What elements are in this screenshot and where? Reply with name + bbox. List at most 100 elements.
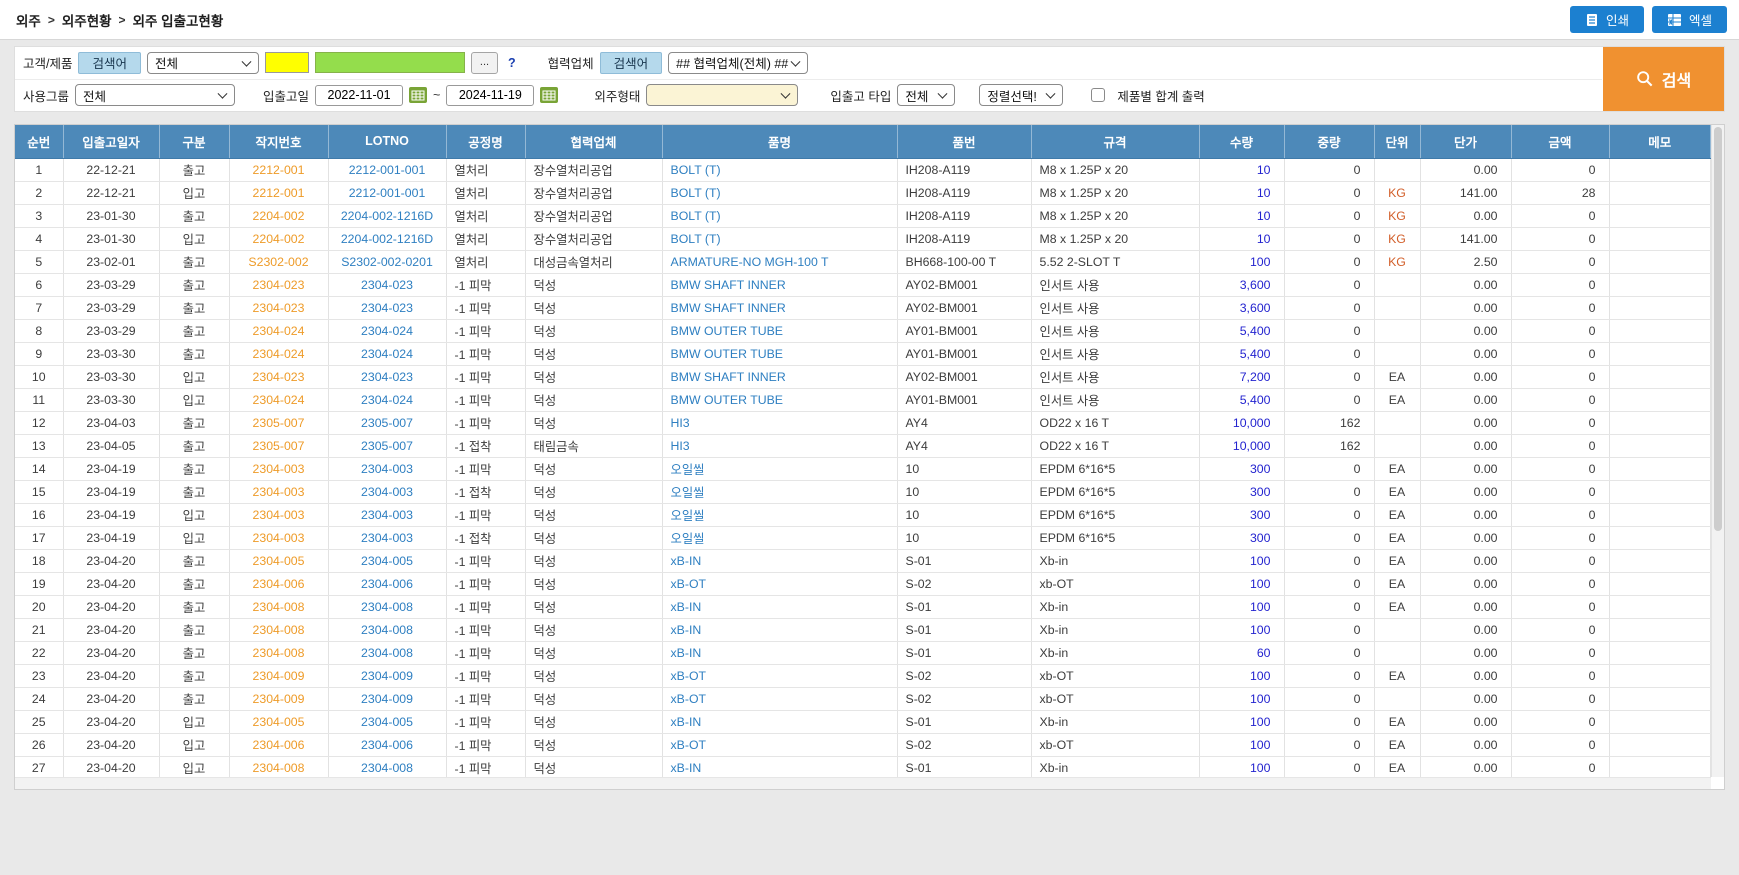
cell-item-name[interactable]: BMW SHAFT INNER [662, 273, 898, 297]
table-row[interactable]: 21 23-04-20 출고 2304-008 2304-008 -1 피막 덕성 xB-IN… [15, 618, 1711, 642]
cell-work-order[interactable]: 2304-024 [229, 388, 329, 412]
table-row[interactable]: 16 23-04-19 입고 2304-003 2304-003 -1 피막 덕성 오일씰 10… [15, 503, 1711, 527]
date-to-input[interactable] [446, 84, 535, 106]
cell-work-order[interactable]: 2304-008 [229, 641, 329, 665]
column-header-item-name[interactable]: 품명 [662, 125, 898, 159]
cell-work-order[interactable]: 2304-009 [229, 664, 329, 688]
inout-type-select[interactable]: 전체 [897, 84, 956, 107]
cell-lotno[interactable]: 2304-006 [328, 572, 447, 596]
cell-work-order[interactable]: 2304-003 [229, 526, 329, 550]
cell-work-order[interactable]: 2212-001 [229, 181, 329, 205]
cell-item-name[interactable]: 오일씰 [662, 480, 898, 504]
cell-work-order[interactable]: 2304-023 [229, 296, 329, 320]
cell-work-order[interactable]: 2212-001 [229, 158, 329, 182]
cell-item-name[interactable]: xB-IN [662, 549, 898, 573]
table-row[interactable]: 1 22-12-21 출고 2212-001 2212-001-001 열처리 장수열처리공… [15, 158, 1711, 182]
column-header-lotno[interactable]: LOTNO [328, 125, 447, 159]
cell-item-name[interactable]: xB-IN [662, 641, 898, 665]
per-product-total-checkbox[interactable] [1091, 88, 1106, 103]
cell-lotno[interactable]: 2204-002-1216D [328, 227, 447, 251]
column-header-work-order[interactable]: 작지번호 [229, 125, 329, 159]
table-row[interactable]: 27 23-04-20 입고 2304-008 2304-008 -1 피막 덕성 xB-IN… [15, 756, 1711, 777]
cell-lotno[interactable]: 2204-002-1216D [328, 204, 447, 228]
column-header-amount[interactable]: 금액 [1511, 125, 1610, 159]
cell-work-order[interactable]: 2304-008 [229, 756, 329, 777]
cell-lotno[interactable]: 2304-024 [328, 319, 447, 343]
table-row[interactable]: 3 23-01-30 출고 2204-002 2204-002-1216D 열처리 장수열처… [15, 204, 1711, 228]
cell-lotno[interactable]: 2304-009 [328, 687, 447, 711]
vertical-scrollbar[interactable] [1711, 125, 1724, 777]
table-row[interactable]: 10 23-03-30 입고 2304-023 2304-023 -1 피막 덕성 BMW S… [15, 365, 1711, 389]
product-input[interactable] [315, 52, 465, 74]
cell-lotno[interactable]: 2212-001-001 [328, 158, 447, 182]
cell-lotno[interactable]: 2304-024 [328, 342, 447, 366]
cell-item-name[interactable]: 오일씰 [662, 503, 898, 527]
cell-work-order[interactable]: 2304-008 [229, 618, 329, 642]
table-row[interactable]: 11 23-03-30 입고 2304-024 2304-024 -1 피막 덕성 BMW O… [15, 388, 1711, 412]
cell-item-name[interactable]: BOLT (T) [662, 227, 898, 251]
partner-search-term-button[interactable]: 검색어 [599, 51, 663, 74]
cell-work-order[interactable]: 2304-009 [229, 687, 329, 711]
search-term-button[interactable]: 검색어 [78, 51, 141, 74]
cell-item-name[interactable]: xB-IN [662, 595, 898, 619]
cell-lotno[interactable]: 2304-023 [328, 296, 447, 320]
cell-lotno[interactable]: 2304-008 [328, 595, 447, 619]
column-header-memo[interactable]: 메모 [1609, 125, 1711, 159]
table-row[interactable]: 25 23-04-20 입고 2304-005 2304-005 -1 피막 덕성 xB-IN… [15, 710, 1711, 734]
column-header-unit-price[interactable]: 단가 [1420, 125, 1512, 159]
column-header-item-no[interactable]: 품번 [897, 125, 1032, 159]
cell-work-order[interactable]: 2304-003 [229, 457, 329, 481]
cell-lotno[interactable]: 2304-009 [328, 664, 447, 688]
table-row[interactable]: 4 23-01-30 입고 2204-002 2204-002-1216D 열처리 장수열처… [15, 227, 1711, 251]
cell-item-name[interactable]: BMW SHAFT INNER [662, 365, 898, 389]
sort-select[interactable]: 정렬선택! [979, 84, 1064, 107]
cell-work-order[interactable]: 2304-003 [229, 503, 329, 527]
cell-work-order[interactable]: 2304-024 [229, 342, 329, 366]
cell-item-name[interactable]: HI3 [662, 434, 898, 458]
cell-work-order[interactable]: 2304-006 [229, 733, 329, 757]
cell-work-order[interactable]: 2304-006 [229, 572, 329, 596]
cell-lotno[interactable]: S2302-002-0201 [328, 250, 447, 274]
lookup-more-button[interactable]: ... [471, 51, 498, 74]
cell-work-order[interactable]: 2204-002 [229, 227, 329, 251]
table-row[interactable]: 15 23-04-19 출고 2304-003 2304-003 -1 접착 덕성 오일씰 10… [15, 480, 1711, 504]
column-header-qty[interactable]: 수량 [1199, 125, 1285, 159]
column-header-seq[interactable]: 순번 [15, 125, 64, 159]
cell-work-order[interactable]: 2305-007 [229, 434, 329, 458]
cell-work-order[interactable]: 2304-003 [229, 480, 329, 504]
cell-lotno[interactable]: 2304-023 [328, 273, 447, 297]
table-row[interactable]: 5 23-02-01 출고 S2302-002 S2302-002-0201 열처리 대성금… [15, 250, 1711, 274]
cell-lotno[interactable]: 2304-005 [328, 710, 447, 734]
cell-item-name[interactable]: BOLT (T) [662, 158, 898, 182]
cell-lotno[interactable]: 2304-005 [328, 549, 447, 573]
cell-lotno[interactable]: 2304-024 [328, 388, 447, 412]
cell-lotno[interactable]: 2304-003 [328, 480, 447, 504]
cell-work-order[interactable]: 2305-007 [229, 411, 329, 435]
column-header-partner[interactable]: 협력업체 [525, 125, 663, 159]
cell-work-order[interactable]: 2304-005 [229, 710, 329, 734]
cell-lotno[interactable]: 2304-008 [328, 756, 447, 777]
cell-item-name[interactable]: 오일씰 [662, 457, 898, 481]
cell-item-name[interactable]: xB-IN [662, 618, 898, 642]
cell-lotno[interactable]: 2305-007 [328, 434, 447, 458]
column-header-date[interactable]: 입출고일자 [63, 125, 160, 159]
table-row[interactable]: 8 23-03-29 출고 2304-024 2304-024 -1 피막 덕성 BMW OU… [15, 319, 1711, 343]
table-row[interactable]: 24 23-04-20 출고 2304-009 2304-009 -1 피막 덕성 xB-OT… [15, 687, 1711, 711]
cell-item-name[interactable]: xB-OT [662, 733, 898, 757]
table-row[interactable]: 7 23-03-29 출고 2304-023 2304-023 -1 피막 덕성 BMW SH… [15, 296, 1711, 320]
cell-lotno[interactable]: 2304-003 [328, 457, 447, 481]
calendar-to-icon[interactable] [540, 87, 559, 104]
cell-work-order[interactable]: 2304-005 [229, 549, 329, 573]
cell-lotno[interactable]: 2305-007 [328, 411, 447, 435]
table-row[interactable]: 6 23-03-29 출고 2304-023 2304-023 -1 피막 덕성 BMW SH… [15, 273, 1711, 297]
cell-work-order[interactable]: 2304-023 [229, 365, 329, 389]
table-row[interactable]: 14 23-04-19 출고 2304-003 2304-003 -1 피막 덕성 오일씰 10… [15, 457, 1711, 481]
customer-code-input[interactable] [265, 52, 309, 74]
cell-item-name[interactable]: BOLT (T) [662, 181, 898, 205]
cell-lotno[interactable]: 2304-003 [328, 526, 447, 550]
outsourcing-type-select[interactable] [646, 84, 799, 107]
cell-item-name[interactable]: BMW OUTER TUBE [662, 319, 898, 343]
cell-lotno[interactable]: 2304-003 [328, 503, 447, 527]
cell-work-order[interactable]: 2304-024 [229, 319, 329, 343]
cell-work-order[interactable]: 2204-002 [229, 204, 329, 228]
